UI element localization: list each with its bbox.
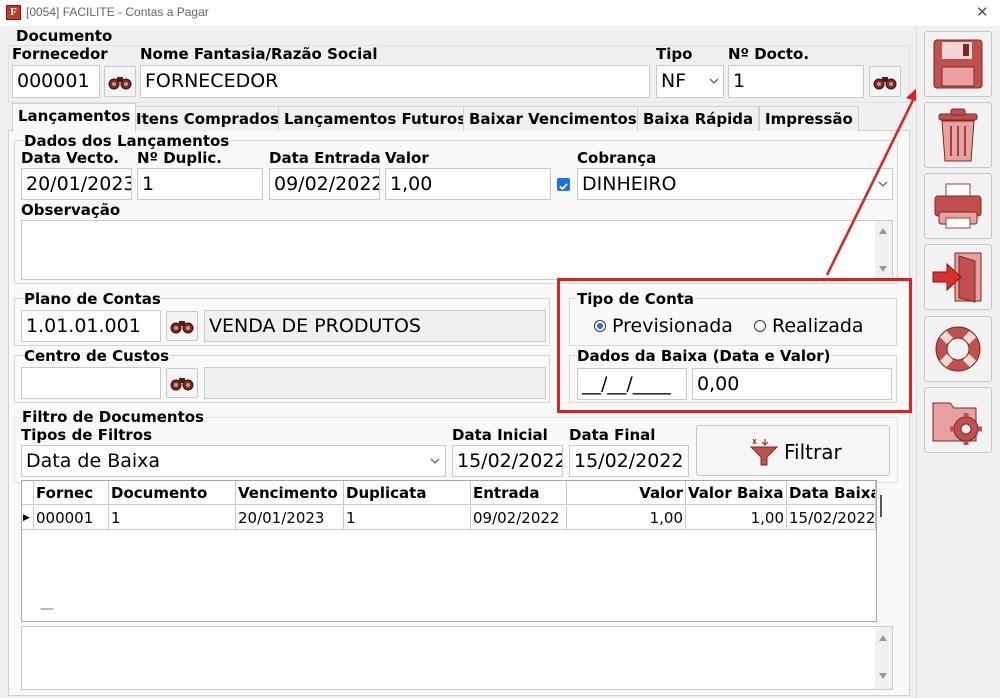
binoculars-icon [170,321,194,334]
data-vecto-input[interactable]: 20/01/2023 [21,168,132,200]
tab-lancamentos-futuros[interactable]: Lançamentos Futuros [278,106,473,131]
tab-lancamentos[interactable]: Lançamentos [12,103,137,132]
trash-can-icon [938,108,978,162]
tipos-filtros-select[interactable]: Data de Baixa [21,445,446,477]
chevron-down-icon [709,78,719,84]
funnel-filter-icon [749,438,779,466]
scroll-down-arrow-icon [879,673,887,679]
checkmark-icon [559,183,568,191]
plano-code-input[interactable]: 1.01.01.001 [21,310,161,342]
tab-baixar-vencimentos[interactable]: Baixar Vencimentos [463,106,643,131]
chevron-down-icon [430,458,440,464]
window-title: [0054] FACILITE - Contas a Pagar [26,5,209,19]
cobranca-checkbox[interactable] [557,178,570,191]
data-final-label: Data Final [569,426,656,444]
grid-indicator-header [22,481,34,505]
documents-grid[interactable]: Fornec Documento Vencimento Duplicata En… [21,480,882,622]
memo-scrollbar[interactable] [875,627,892,689]
observacao-textarea[interactable] [21,220,893,280]
data-vecto-label: Data Vecto. [21,149,120,167]
save-button[interactable] [924,31,992,97]
floppy-disk-icon [933,39,983,89]
dados-section-title: Dados dos Lançamentos [24,132,232,150]
row-pointer-icon: ▶ [22,506,34,530]
annotation-arrow [825,85,920,276]
exit-button[interactable] [924,244,992,310]
documento-section-title: Documento [16,27,113,45]
data-final-input[interactable]: 15/02/2022 [569,445,689,477]
data-inicial-label: Data Inicial [452,426,548,444]
col-header-valor[interactable]: Valor [567,481,686,505]
col-header-valor-baixa[interactable]: Valor Baixa [686,481,787,505]
table-cell[interactable]: 1,00 [686,506,787,530]
col-header-vencimento[interactable]: Vencimento [236,481,344,505]
tipos-filtros-label: Tipos de Filtros [21,426,153,444]
print-button[interactable] [924,173,992,239]
centro-search-button[interactable] [166,368,198,398]
grid-scroll-thumb[interactable] [880,495,882,517]
plano-label: Plano de Contas [24,290,161,308]
col-header-entrada[interactable]: Entrada [471,481,567,505]
folder-gear-icon [932,402,982,445]
fornecedor-search-button[interactable] [104,66,136,97]
col-header-documento[interactable]: Documento [109,481,236,505]
binoculars-icon [108,76,132,89]
nome-label: Nome Fantasia/Razão Social [140,45,378,63]
nome-input[interactable]: FORNECEDOR [140,65,650,98]
valor-input[interactable]: 1,00 [385,168,551,200]
grid-footer-mark: — [40,601,54,617]
valor-label: Valor [385,149,429,167]
tab-baixa-rapida[interactable]: Baixa Rápida [637,106,760,131]
plano-description-field: VENDA DE PRODUTOS [204,310,546,342]
app-logo-icon: F [6,5,21,20]
n-duplic-label: Nº Duplic. [137,149,222,167]
centro-description-field [204,367,546,399]
centro-label: Centro de Custos [24,347,170,365]
fornecedor-input[interactable]: 000001 [12,65,100,98]
scroll-up-arrow-icon [879,635,887,641]
printer-icon [934,183,982,229]
fornecedor-label: Fornecedor [12,45,108,63]
cobranca-value: DINHEIRO [582,173,677,195]
binoculars-icon [170,378,194,391]
cobranca-label: Cobrança [577,149,657,167]
col-header-duplicata[interactable]: Duplicata [344,481,471,505]
data-entrada-label: Data Entrada [269,149,381,167]
exit-door-icon [932,252,982,303]
filtro-section-title: Filtro de Documentos [22,408,204,426]
n-duplic-input[interactable]: 1 [137,168,263,200]
plano-search-button[interactable] [166,311,198,341]
tipo-filtro-value: Data de Baixa [26,450,161,472]
centro-code-input[interactable] [21,367,161,399]
lifebuoy-icon [935,326,981,372]
table-cell[interactable]: 000001 [34,506,109,530]
filtrar-label: Filtrar [784,440,842,464]
col-header-data-baixa[interactable]: Data Baixa [787,481,876,505]
table-cell[interactable]: 15/02/2022 [787,506,876,530]
tab-itens-comprados[interactable]: Itens Comprados [130,106,285,131]
settings-button[interactable] [924,387,992,453]
tipo-select[interactable]: NF [656,65,724,98]
table-cell[interactable]: 09/02/2022 [471,506,567,530]
tipo-label: Tipo [656,45,693,63]
col-header-fornec[interactable]: Fornec [34,481,109,505]
observacao-label: Observação [21,201,121,219]
table-cell[interactable]: 1 [109,506,236,530]
ndocto-label: Nº Docto. [728,45,810,63]
bottom-memo[interactable] [21,626,893,690]
annotation-highlight-box [557,278,912,413]
tipo-value: NF [661,70,687,92]
data-entrada-input[interactable]: 09/02/2022 [269,168,380,200]
help-button[interactable] [924,316,992,382]
delete-button[interactable] [924,102,992,168]
close-window-button[interactable]: ✕ [976,3,989,21]
table-cell[interactable]: 20/01/2023 [236,506,344,530]
data-inicial-input[interactable]: 15/02/2022 [452,445,563,477]
table-cell[interactable]: 1,00 [567,506,686,530]
filtrar-button[interactable]: Filtrar [696,425,890,476]
table-cell[interactable]: 1 [344,506,471,530]
